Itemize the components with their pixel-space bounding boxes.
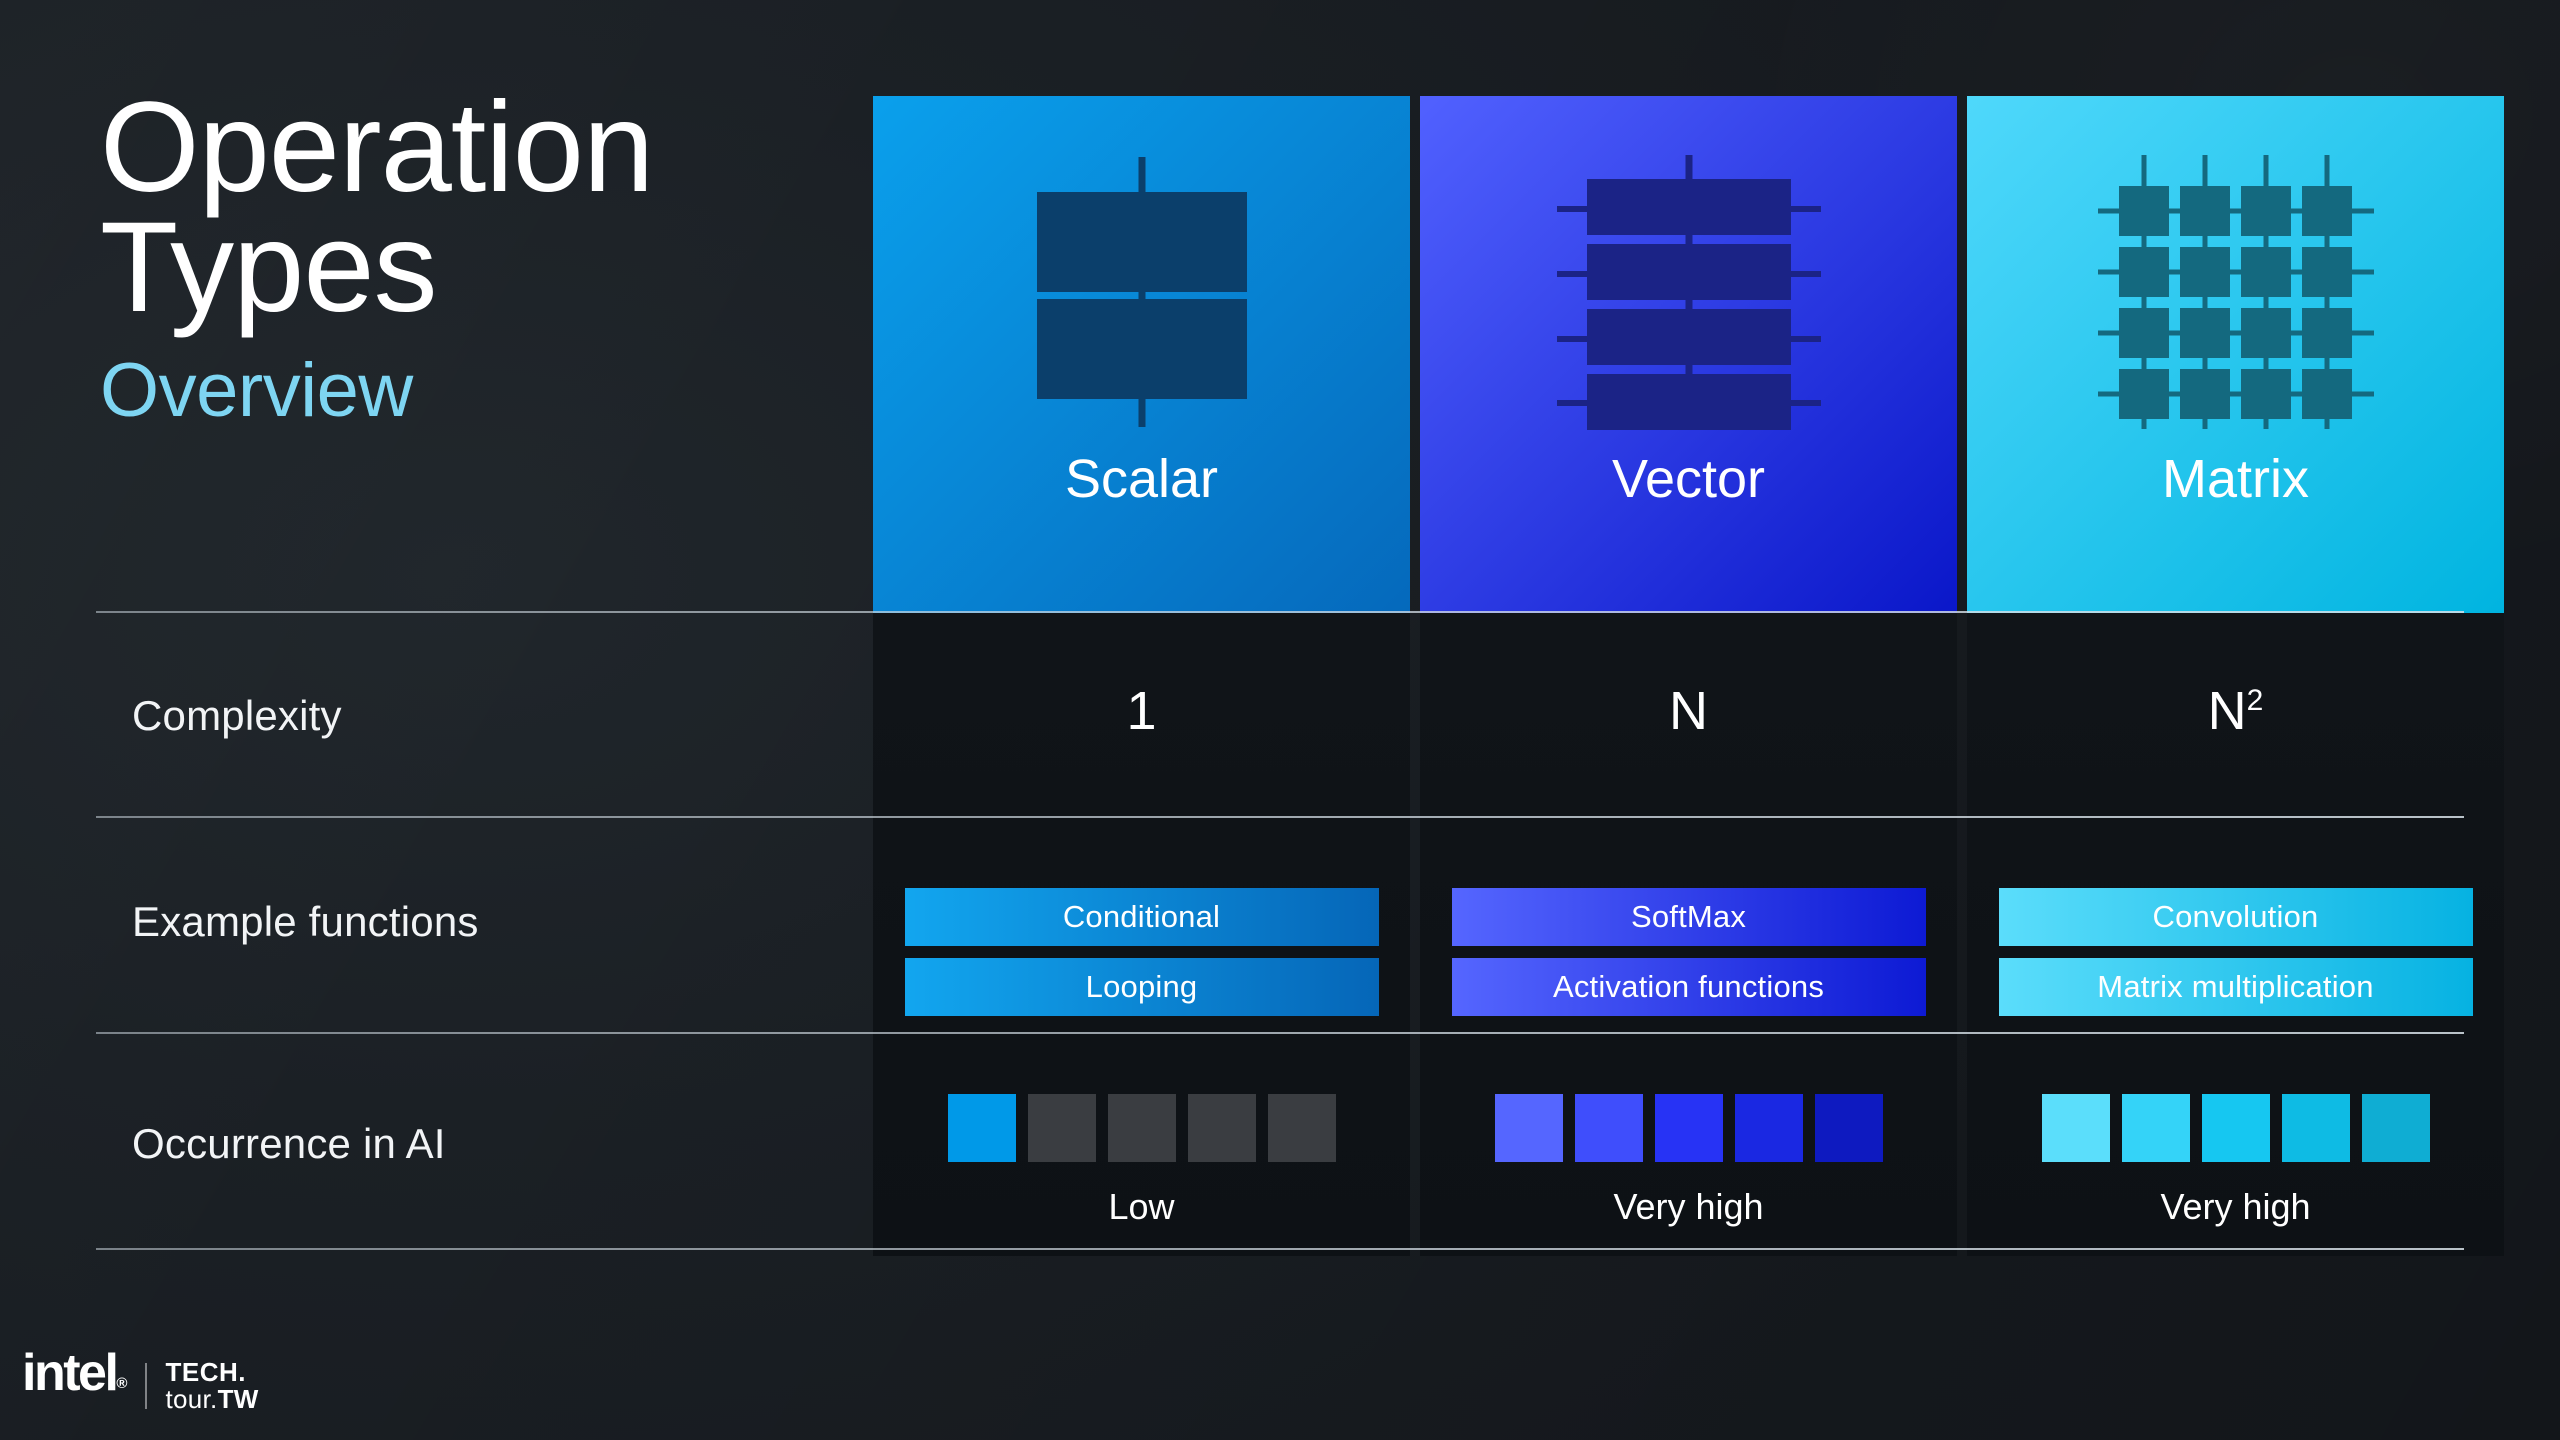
occurrence-square-vector-5 [1814,1094,1883,1162]
occurrence-meter-matrix [2041,1094,2430,1162]
intel-logo: intel® [22,1347,127,1412]
scalar-icon [982,142,1302,442]
tech-tour-logo: TECH. tour.TW [165,1359,258,1412]
row-separator-top [96,611,2464,613]
logo-divider [145,1363,148,1409]
row-label-complexity: Complexity [132,692,342,739]
row-separator-functions [96,1032,2464,1034]
cell-occurrence-matrix: Very high [1967,1086,2504,1236]
row-label-example-functions: Example functions [132,898,479,945]
cell-complexity-scalar: 1 [873,676,1410,746]
column-header-scalar[interactable]: Scalar [873,96,1410,613]
cell-functions-scalar: Conditional Looping [873,888,1410,1016]
matrix-icon [2076,142,2396,442]
brand-logo: intel® TECH. tour.TW [22,1347,259,1412]
occurrence-meter-scalar [947,1094,1336,1162]
occurrence-square-matrix-5 [2361,1094,2430,1162]
column-header-label-vector: Vector [1611,449,1766,509]
row-separator-complexity [96,816,2464,818]
complexity-value-scalar: 1 [1126,681,1157,741]
function-pill-matrix-multiplication[interactable]: Matrix multiplication [1998,958,2473,1016]
vector-icon [1529,142,1849,442]
occurrence-square-matrix-3 [2201,1094,2270,1162]
occurrence-square-vector-2 [1574,1094,1643,1162]
occurrence-meter-vector [1494,1094,1883,1162]
occurrence-square-scalar-4 [1187,1094,1256,1162]
row-label-occurrence: Occurrence in AI [132,1120,446,1167]
occurrence-square-scalar-5 [1267,1094,1336,1162]
cell-functions-matrix: Convolution Matrix multiplication [1967,888,2504,1016]
complexity-value-vector: N [1669,681,1708,741]
registered-mark-icon: ® [116,1375,128,1392]
function-pill-activation-functions[interactable]: Activation functions [1451,958,1926,1016]
cell-occurrence-vector: Very high [1420,1086,1957,1236]
tech-tour-line2: tour.TW [165,1384,259,1414]
occurrence-square-scalar-1 [947,1094,1016,1162]
occurrence-square-scalar-2 [1027,1094,1096,1162]
cell-complexity-matrix: N2 [1967,676,2504,746]
column-header-label-matrix: Matrix [2162,449,2309,509]
tech-tour-line1: TECH. [165,1357,246,1387]
occurrence-label-scalar: Low [1108,1186,1175,1227]
row-separator-bottom [96,1248,2464,1250]
occurrence-square-vector-4 [1734,1094,1803,1162]
function-pill-conditional[interactable]: Conditional [904,888,1379,946]
cell-functions-vector: SoftMax Activation functions [1420,888,1957,1016]
occurrence-square-matrix-4 [2281,1094,2350,1162]
column-header-vector[interactable]: Vector [1420,96,1957,613]
column-header-label-scalar: Scalar [1064,449,1219,509]
occurrence-square-matrix-2 [2121,1094,2190,1162]
cell-occurrence-scalar: Low [873,1086,1410,1236]
cell-complexity-vector: N [1420,676,1957,746]
occurrence-label-matrix: Very high [2160,1186,2311,1227]
function-pill-convolution[interactable]: Convolution [1998,888,2473,946]
function-pill-looping[interactable]: Looping [904,958,1379,1016]
comparison-table: Scalar Vector Matrix Complexity Example … [96,96,2504,1256]
occurrence-square-scalar-3 [1107,1094,1176,1162]
occurrence-square-matrix-1 [2041,1094,2110,1162]
complexity-value-matrix: N2 [2207,681,2264,741]
column-header-matrix[interactable]: Matrix [1967,96,2504,613]
occurrence-square-vector-1 [1494,1094,1563,1162]
intel-logo-text: intel [22,1344,119,1402]
occurrence-square-vector-3 [1654,1094,1723,1162]
function-pill-softmax[interactable]: SoftMax [1451,888,1926,946]
occurrence-label-vector: Very high [1613,1186,1764,1227]
